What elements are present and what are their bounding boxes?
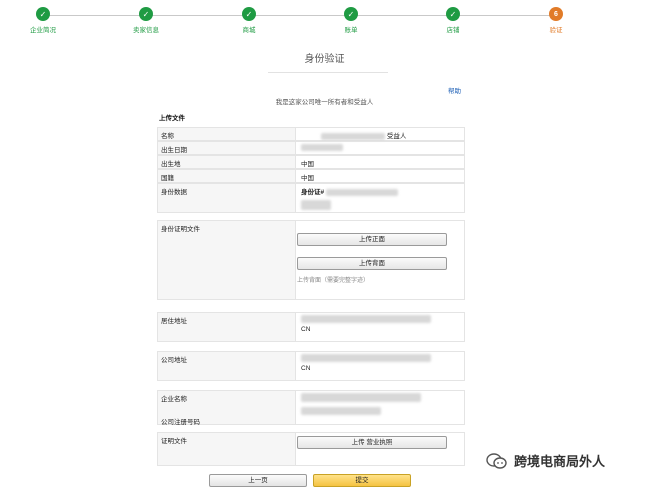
step-4: ✓ 账单 <box>321 7 381 34</box>
dob-row: 出生日期 <box>157 141 465 155</box>
nationality-row: 国籍 中国 <box>157 169 465 183</box>
redacted-address <box>301 315 431 323</box>
step-number-badge: 6 <box>549 7 563 21</box>
step-6: 6 验证 <box>526 7 586 34</box>
redacted-dob <box>301 144 343 151</box>
page-title: 身份验证 <box>304 54 345 65</box>
dob-label: 出生日期 <box>158 142 296 154</box>
id-data-value: 身份证# <box>297 184 464 212</box>
redacted-company-address <box>301 354 431 362</box>
name-suffix: 受益人 <box>386 133 407 140</box>
progress-stepper: ✓ 企业简况 ✓ 卖家信息 ✓ 商城 ✓ 账单 ✓ 店铺 6 验证 <box>0 0 649 40</box>
company-name-label: 企业名称 公司注册号码 <box>158 391 296 426</box>
watermark-text: 跨境电商局外人 <box>514 454 606 469</box>
step-1: ✓ 企业简况 <box>13 7 73 34</box>
redacted-id-name <box>301 200 331 210</box>
step-label: 店铺 <box>446 27 460 34</box>
redacted-reg-number <box>301 407 381 415</box>
upload-back-button[interactable]: 上传背面 <box>297 257 447 270</box>
step-label: 卖家信息 <box>133 27 159 34</box>
name-label: 名称 <box>158 128 296 140</box>
check-icon: ✓ <box>36 7 50 21</box>
intro-text: 我是这家公司唯一所有者和受益人 <box>275 99 374 106</box>
section-title: 上传文件 <box>159 115 185 122</box>
residence-address-label: 居住地址 <box>158 313 296 341</box>
company-name-text: 企业名称 <box>161 396 187 403</box>
check-icon: ✓ <box>242 7 256 21</box>
step-label: 验证 <box>549 27 563 34</box>
step-label: 企业简况 <box>30 27 56 34</box>
company-name-row: 企业名称 公司注册号码 <box>157 390 465 426</box>
submit-button[interactable]: 提交 <box>313 474 411 487</box>
birthplace-value: 中国 <box>301 161 314 168</box>
residence-address-row: 居住地址 CN <box>157 312 465 342</box>
step-3: ✓ 商城 <box>219 7 279 34</box>
redacted-id-number <box>325 188 398 196</box>
check-icon: ✓ <box>139 7 153 21</box>
step-5: ✓ 店铺 <box>423 7 483 34</box>
watermark: 跨境电商局外人 <box>486 451 605 470</box>
nationality-value: 中国 <box>301 175 314 182</box>
step-2: ✓ 卖家信息 <box>116 7 176 34</box>
redacted-company-name <box>301 393 421 402</box>
title-divider <box>268 72 388 73</box>
name-value: 受益人 <box>297 128 464 140</box>
check-icon: ✓ <box>446 7 460 21</box>
name-row: 名称 受益人 <box>157 127 465 141</box>
upload-license-button[interactable]: 上传 营业执照 <box>297 436 447 449</box>
check-icon: ✓ <box>344 7 358 21</box>
id-data-label: 身份数据 <box>158 184 296 212</box>
dob-value <box>297 142 464 154</box>
previous-page-button[interactable]: 上一页 <box>209 474 307 487</box>
residence-country: CN <box>301 326 311 333</box>
company-country: CN <box>301 365 311 372</box>
help-link[interactable]: 帮助 <box>448 85 461 95</box>
company-address-value: CN <box>297 352 464 380</box>
id-data-row: 身份数据 身份证# <box>157 183 465 213</box>
upload-hint: 上传背面（需要完整字迹） <box>297 278 370 284</box>
chat-bubbles-icon <box>486 452 508 470</box>
birthplace-row: 出生地 中国 <box>157 155 465 169</box>
residence-address-value: CN <box>297 313 464 341</box>
company-address-label: 公司地址 <box>158 352 296 380</box>
step-label: 商城 <box>242 27 256 34</box>
id-prefix: 身份证# <box>301 189 325 196</box>
company-address-row: 公司地址 CN <box>157 351 465 381</box>
step-label: 账单 <box>344 27 358 34</box>
nationality-label: 国籍 <box>158 170 296 182</box>
company-name-value <box>297 391 464 424</box>
redacted-name <box>321 132 385 140</box>
upload-front-button[interactable]: 上传正面 <box>297 233 447 246</box>
reg-number-label: 公司注册号码 <box>161 419 200 426</box>
id-documents-label: 身份证明文件 <box>158 221 296 299</box>
proof-documents-label: 证明文件 <box>158 433 296 465</box>
birthplace-label: 出生地 <box>158 156 296 168</box>
